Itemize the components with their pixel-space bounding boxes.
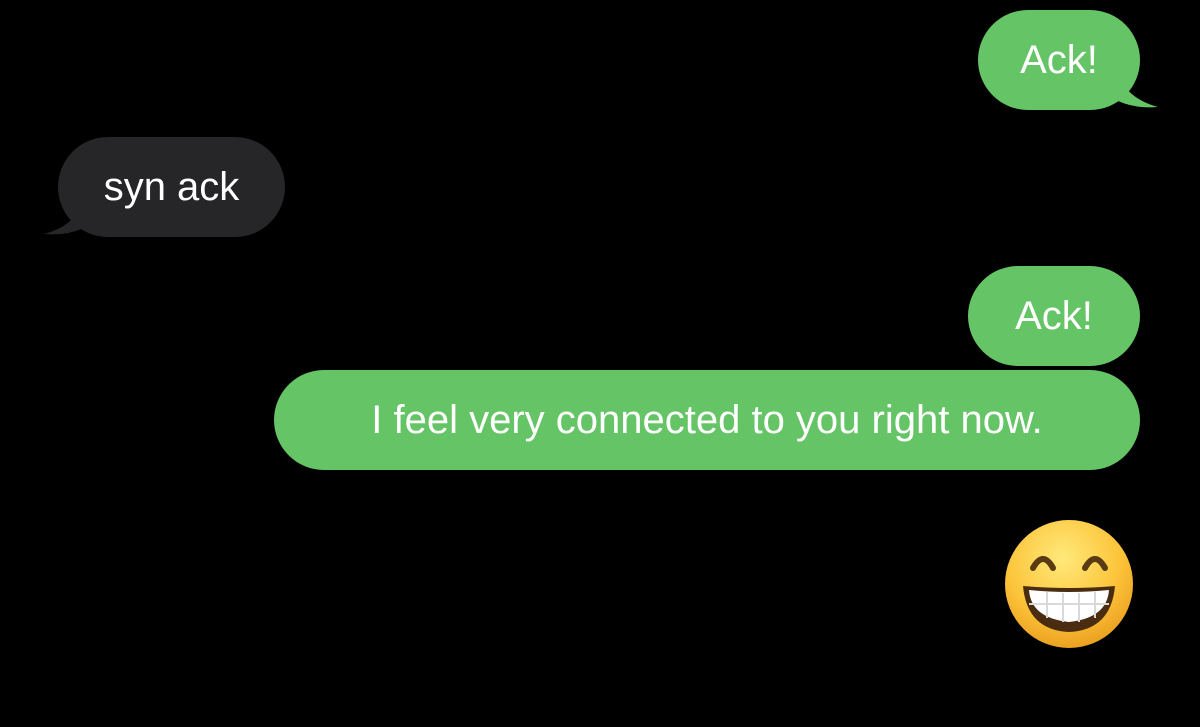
sent-message-bubble[interactable]: I feel very connected to you right now. — [274, 370, 1140, 470]
sent-message-bubble[interactable]: Ack! — [968, 266, 1140, 366]
sent-bubble-tail — [1118, 75, 1158, 108]
sent-message-bubble[interactable]: Ack! — [978, 10, 1140, 110]
grinning-face-with-smiling-eyes-icon[interactable] — [1003, 518, 1135, 650]
received-bubble-tail — [44, 202, 84, 235]
received-message-bubble[interactable]: syn ack — [58, 137, 285, 237]
